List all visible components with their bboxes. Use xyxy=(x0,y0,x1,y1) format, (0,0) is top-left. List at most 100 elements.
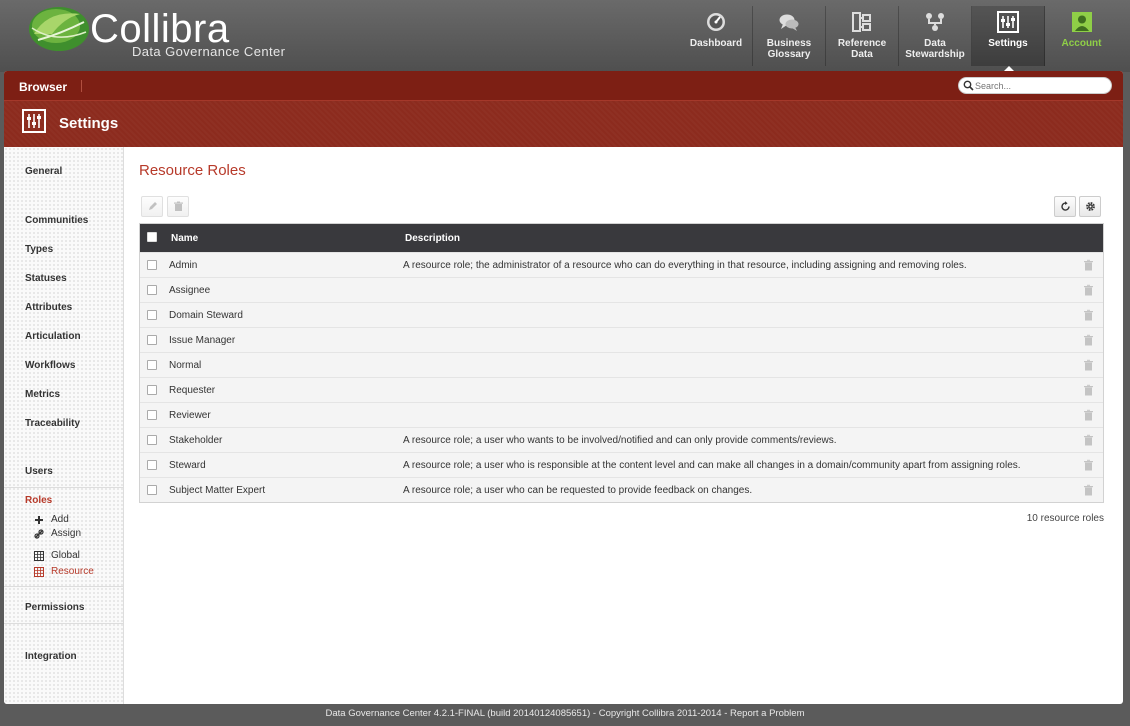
trash-icon[interactable] xyxy=(1083,459,1094,471)
row-count: 10 resource roles xyxy=(1026,513,1104,524)
row-checkbox[interactable] xyxy=(147,335,157,345)
nav-label: Data Stewardship xyxy=(905,38,965,60)
row-checkbox[interactable] xyxy=(147,385,157,395)
search-input[interactable] xyxy=(975,79,1105,92)
row-checkbox[interactable] xyxy=(147,460,157,470)
table-row[interactable]: Stakeholder A resource role; a user who w… xyxy=(140,427,1103,452)
sidebar-item-traceability[interactable]: Traceability xyxy=(25,418,80,429)
footer: Data Governance Center 4.2.1-FINAL (buil… xyxy=(0,704,1130,726)
edit-button[interactable] xyxy=(141,196,163,217)
role-name: Steward xyxy=(169,460,206,471)
column-header-description[interactable]: Description xyxy=(405,233,460,244)
role-name: Issue Manager xyxy=(169,335,236,346)
row-checkbox[interactable] xyxy=(147,410,157,420)
nav-label: Dashboard xyxy=(689,38,743,49)
trash-icon[interactable] xyxy=(1083,434,1094,446)
trash-icon[interactable] xyxy=(1083,409,1094,421)
sidebar-item-statuses[interactable]: Statuses xyxy=(25,273,67,284)
sidebar-item-workflows[interactable]: Workflows xyxy=(25,360,75,371)
refresh-button[interactable] xyxy=(1054,196,1076,217)
search-box[interactable] xyxy=(958,77,1112,94)
sidebar-item-articulation[interactable]: Articulation xyxy=(25,331,81,342)
main-panel: Browser Settings General Communities Typ… xyxy=(4,71,1123,704)
sidebar-sub-label: Resource xyxy=(51,566,94,577)
table-row[interactable]: Reviewer xyxy=(140,402,1103,427)
trash-icon[interactable] xyxy=(1083,284,1094,296)
settings-header: Settings xyxy=(4,100,1123,147)
row-checkbox[interactable] xyxy=(147,285,157,295)
delete-button[interactable] xyxy=(167,196,189,217)
sidebar-sub-label: Global xyxy=(51,550,80,561)
sidebar-item-integration[interactable]: Integration xyxy=(25,651,77,662)
row-checkbox[interactable] xyxy=(147,310,157,320)
sidebar-sub-global[interactable]: Global xyxy=(34,550,80,561)
sliders-icon xyxy=(22,109,46,133)
browser-link[interactable]: Browser xyxy=(19,80,67,94)
sidebar-item-metrics[interactable]: Metrics xyxy=(25,389,60,400)
role-name: Assignee xyxy=(169,285,211,296)
role-description: A resource role; a user who wants to be … xyxy=(403,435,837,446)
nav-settings[interactable]: Settings xyxy=(972,6,1045,72)
table-row[interactable]: Assignee xyxy=(140,277,1103,302)
sidebar-item-permissions[interactable]: Permissions xyxy=(25,602,84,613)
page-title: Settings xyxy=(59,115,119,132)
row-checkbox[interactable] xyxy=(147,435,157,445)
trash-icon[interactable] xyxy=(1083,334,1094,346)
nav-data-stewardship[interactable]: Data Stewardship xyxy=(899,6,972,66)
content-title: Resource Roles xyxy=(139,162,246,179)
sidebar-sub-assign[interactable]: Assign xyxy=(34,528,81,539)
sidebar-item-communities[interactable]: Communities xyxy=(25,215,88,226)
table-row[interactable]: Admin A resource role; the administrator … xyxy=(140,252,1103,277)
browser-bar: Browser xyxy=(4,71,1123,100)
table-header: Name Description xyxy=(140,224,1103,252)
sliders-icon xyxy=(997,11,1019,33)
grid-settings-button[interactable] xyxy=(1079,196,1101,217)
select-all-checkbox[interactable] xyxy=(147,232,157,242)
nav-business-glossary[interactable]: Business Glossary xyxy=(753,6,826,66)
logo-mark-icon xyxy=(29,7,89,51)
trash-icon[interactable] xyxy=(1083,484,1094,496)
nav-label: Account xyxy=(1061,38,1102,49)
sidebar-item-users[interactable]: Users xyxy=(25,466,53,477)
nav-label: Settings xyxy=(988,38,1028,49)
sidebar-item-types[interactable]: Types xyxy=(25,244,53,255)
row-checkbox[interactable] xyxy=(147,260,157,270)
nav-account[interactable]: Account xyxy=(1045,6,1118,66)
sidebar-item-roles[interactable]: Roles xyxy=(25,495,52,506)
collibra-logo[interactable]: Collibra Data Governance Center xyxy=(28,4,288,62)
role-name: Reviewer xyxy=(169,410,211,421)
trash-icon[interactable] xyxy=(1083,259,1094,271)
table-row[interactable]: Requester xyxy=(140,377,1103,402)
role-name: Requester xyxy=(169,385,216,396)
nav-dashboard[interactable]: Dashboard xyxy=(680,6,753,66)
sidebar-sub-label: Add xyxy=(51,514,69,525)
sidebar-item-general[interactable]: General xyxy=(25,166,62,177)
sidebar-sub-add[interactable]: Add xyxy=(34,514,69,525)
sidebar-item-attributes[interactable]: Attributes xyxy=(25,302,72,313)
column-header-name[interactable]: Name xyxy=(171,233,198,244)
table-row[interactable]: Normal xyxy=(140,352,1103,377)
refresh-icon xyxy=(1060,201,1070,211)
table-row[interactable]: Domain Steward xyxy=(140,302,1103,327)
role-name: Domain Steward xyxy=(169,310,243,321)
role-name: Stakeholder xyxy=(169,435,223,446)
settings-sidebar: General Communities Types Statuses Attri… xyxy=(4,147,124,704)
trash-icon[interactable] xyxy=(1083,359,1094,371)
role-name: Admin xyxy=(169,260,198,271)
sidebar-sub-resource[interactable]: Resource xyxy=(34,566,94,577)
row-checkbox[interactable] xyxy=(147,360,157,370)
table-row[interactable]: Issue Manager xyxy=(140,327,1103,352)
nav-reference-data[interactable]: Reference Data xyxy=(826,6,899,66)
role-description: A resource role; a user who is responsib… xyxy=(403,460,1021,471)
table-icon xyxy=(34,566,44,577)
nav-label: Business Glossary xyxy=(766,38,812,60)
trash-icon[interactable] xyxy=(1083,384,1094,396)
trash-icon[interactable] xyxy=(1083,309,1094,321)
table-body: Admin A resource role; the administrator … xyxy=(140,252,1103,502)
divider xyxy=(81,80,82,92)
table-row[interactable]: Steward A resource role; a user who is re… xyxy=(140,452,1103,477)
top-header: Collibra Data Governance Center Dashboar… xyxy=(0,0,1130,72)
dashboard-icon xyxy=(707,13,725,31)
table-row[interactable]: Subject Matter Expert A resource role; a … xyxy=(140,477,1103,502)
row-checkbox[interactable] xyxy=(147,485,157,495)
